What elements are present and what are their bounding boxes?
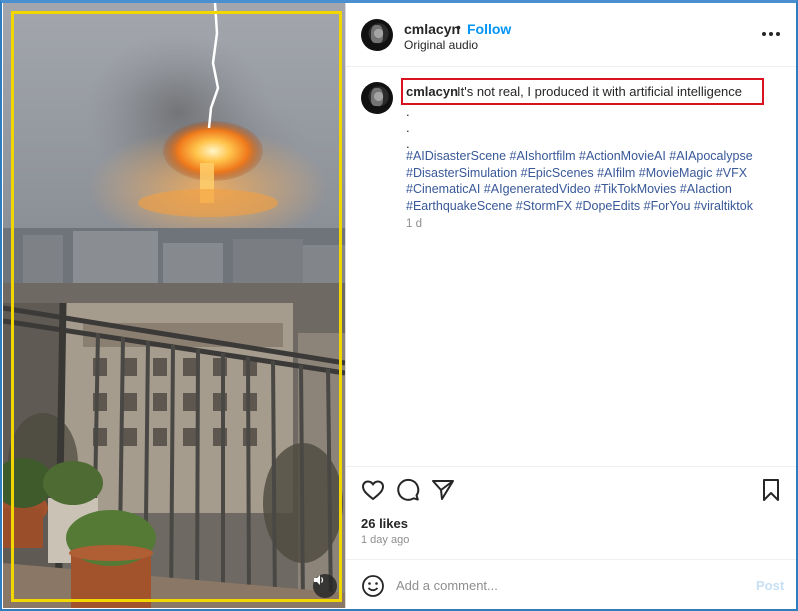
hashtag-line[interactable]: #CinematicAI #AIgeneratedVideo #TikTokMo… bbox=[406, 181, 781, 198]
emoji-icon[interactable] bbox=[361, 574, 385, 598]
caption-dot: . bbox=[406, 104, 410, 119]
actions-divider bbox=[346, 466, 796, 467]
post-media[interactable] bbox=[3, 3, 345, 608]
media-highlight-box bbox=[11, 11, 342, 602]
paper-plane-icon[interactable] bbox=[431, 478, 455, 502]
post-comment-button[interactable]: Post bbox=[756, 578, 784, 593]
bookmark-icon[interactable] bbox=[759, 478, 783, 502]
header-username[interactable]: cmlacyn bbox=[404, 21, 460, 37]
likes-count[interactable]: 26 likes bbox=[361, 516, 408, 531]
post-header: cmlacyn • Follow Original audio bbox=[346, 3, 796, 67]
hashtag-list: #AIDisasterScene #AIshortfilm #ActionMov… bbox=[406, 148, 781, 214]
caption-dot: . bbox=[406, 120, 410, 135]
post-date: 1 day ago bbox=[361, 534, 410, 546]
heart-icon[interactable] bbox=[361, 478, 385, 502]
caption-age: 1 d bbox=[406, 218, 422, 230]
hashtag-line[interactable]: #DisasterSimulation #EpicScenes #AIfilm … bbox=[406, 165, 781, 182]
speaker-icon[interactable] bbox=[313, 574, 337, 598]
comment-input[interactable]: Add a comment... bbox=[396, 578, 498, 593]
post-details-panel: cmlacyn • Follow Original audio cmlacyn … bbox=[345, 3, 796, 608]
hashtag-line[interactable]: #EarthquakeScene #StormFX #DopeEdits #Fo… bbox=[406, 198, 781, 215]
hashtag-line[interactable]: #AIDisasterScene #AIshortfilm #ActionMov… bbox=[406, 148, 781, 165]
comment-bar: Add a comment... Post bbox=[346, 559, 796, 608]
caption-avatar[interactable] bbox=[361, 82, 393, 114]
caption-highlight-box bbox=[401, 78, 764, 105]
avatar[interactable] bbox=[361, 19, 393, 51]
header-separator: • bbox=[456, 19, 461, 35]
follow-button[interactable]: Follow bbox=[467, 21, 511, 37]
audio-link[interactable]: Original audio bbox=[404, 38, 478, 52]
more-options-icon[interactable] bbox=[762, 27, 780, 41]
comment-icon[interactable] bbox=[396, 478, 420, 502]
